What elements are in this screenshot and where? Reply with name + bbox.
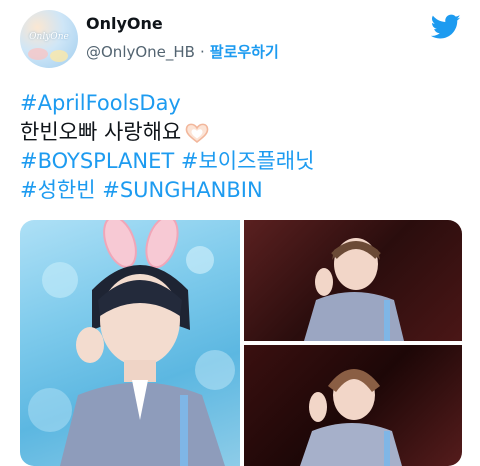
display-name[interactable]: OnlyOne (86, 14, 163, 33)
heart-hands-icon (185, 123, 209, 144)
media-grid (20, 220, 462, 466)
media-photo-2[interactable] (244, 220, 462, 341)
avatar-logo-text: OnlyOne (29, 32, 69, 42)
avatar-decoration (50, 50, 68, 62)
hashtag-sunghanbin-korean[interactable]: #성한빈 (20, 178, 96, 202)
hashtag-sunghanbin[interactable]: #SUNGHANBIN (102, 178, 262, 202)
avatar[interactable]: OnlyOne (20, 10, 78, 68)
hashtag-aprilfoolsday[interactable]: #AprilFoolsDay (20, 91, 181, 115)
tweet-text: #AprilFoolsDay 한빈오빠 사랑해요 #BOYSPLANET #보이… (20, 89, 470, 205)
separator-dot: · (199, 43, 205, 61)
user-handle[interactable]: @OnlyOne_HB (86, 43, 195, 61)
handle-row: @OnlyOne_HB · 팔로우하기 (86, 41, 279, 62)
follow-button[interactable]: 팔로우하기 (210, 43, 279, 61)
media-photo-3[interactable] (244, 345, 462, 466)
hashtag-boysplanet-korean[interactable]: #보이즈플래닛 (181, 149, 315, 173)
twitter-bird-icon[interactable] (431, 14, 461, 40)
media-photo-1[interactable] (20, 220, 240, 466)
tweet-message: 한빈오빠 사랑해요 (20, 120, 182, 144)
hashtag-boysplanet[interactable]: #BOYSPLANET (20, 149, 174, 173)
avatar-decoration (28, 48, 48, 60)
